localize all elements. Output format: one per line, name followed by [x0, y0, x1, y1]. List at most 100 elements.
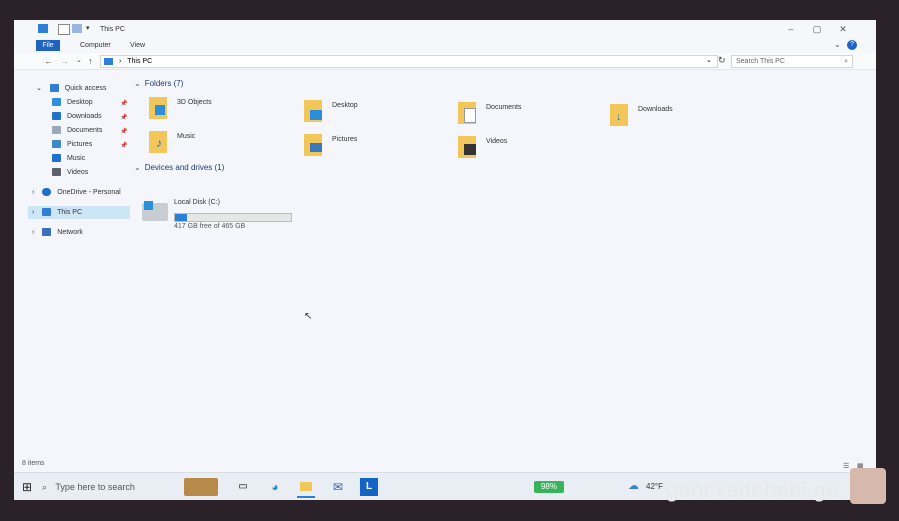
quick-access-dropdown-icon[interactable]: ▾ [86, 24, 90, 32]
folder-videos[interactable]: Videos [458, 136, 598, 164]
breadcrumb-chevron-icon[interactable]: › [119, 58, 121, 65]
windows-drive-icon [142, 201, 168, 221]
sidebar-item-label: OneDrive - Personal [57, 189, 121, 196]
ribbon: File Computer View ⌄ ? [14, 38, 876, 52]
desktop-icon [52, 98, 61, 107]
folder-downloads[interactable]: ↓ Downloads [610, 104, 750, 132]
new-folder-icon[interactable] [72, 24, 82, 33]
forward-arrow-icon[interactable]: → [60, 56, 69, 66]
folder-videos-icon [458, 136, 476, 158]
star-icon [49, 84, 59, 93]
address-dropdown-icon[interactable]: ⌄ [706, 56, 712, 64]
sidebar-item-label: Videos [66, 169, 89, 176]
minimize-button[interactable]: – [784, 23, 798, 35]
pin-icon[interactable]: 📌 [120, 142, 127, 149]
network-icon [42, 228, 52, 237]
folder-documents-icon [458, 102, 476, 124]
videos-icon [52, 168, 61, 177]
sidebar-quick-access[interactable]: ⌄ Quick access [36, 82, 106, 95]
folder-music-icon: ♪ [149, 131, 167, 153]
weather-cloud-icon[interactable]: ☁ [628, 479, 639, 492]
close-button[interactable]: ✕ [836, 23, 850, 35]
folder-documents[interactable]: Documents [458, 102, 598, 130]
search-highlight-icon[interactable] [184, 478, 218, 496]
app-l-icon[interactable]: L [360, 478, 378, 496]
tab-view[interactable]: View [126, 40, 149, 51]
maximize-button[interactable]: ▢ [810, 23, 824, 35]
expand-chevron-icon[interactable]: › [32, 209, 34, 216]
file-explorer-icon[interactable] [297, 478, 315, 498]
back-arrow-icon[interactable]: ← [44, 56, 53, 66]
search-placeholder: Search This PC [736, 58, 785, 65]
search-input[interactable]: Search This PC ⌕ [731, 55, 853, 68]
document-page-icon [464, 108, 476, 123]
windows-start-icon[interactable]: ⊞ [18, 478, 36, 496]
folder-downloads-icon: ↓ [610, 104, 628, 126]
folder-desktop[interactable]: Desktop [304, 100, 444, 128]
sidebar-item-pictures[interactable]: Pictures [52, 138, 92, 151]
tab-computer[interactable]: Computer [76, 40, 115, 51]
drive-usage-fill [175, 214, 187, 221]
recent-locations-icon[interactable]: ⌄ [76, 56, 82, 64]
expand-chevron-icon[interactable]: › [32, 229, 34, 236]
address-field[interactable]: › This PC [100, 55, 718, 68]
tab-file[interactable]: File [36, 40, 60, 51]
details-view-icon[interactable]: ☰ [843, 462, 849, 470]
drive-local-disk-c[interactable]: Local Disk (C:) 417 GB free of 465 GB [142, 199, 312, 235]
search-icon: ⌕ [42, 482, 48, 492]
sidebar-item-documents[interactable]: Documents [52, 124, 102, 137]
pin-icon[interactable]: 📌 [120, 114, 127, 121]
sidebar-item-videos[interactable]: Videos [52, 166, 88, 179]
mail-icon[interactable]: ✉ [329, 478, 347, 496]
task-view-icon[interactable]: ▭ [234, 478, 252, 496]
sidebar-item-onedrive[interactable]: › OneDrive - Personal [32, 186, 121, 199]
devices-header[interactable]: ⌄ Devices and drives (1) [134, 163, 224, 172]
sidebar-item-label: This PC [57, 209, 83, 216]
folder-desktop-icon [304, 100, 322, 122]
properties-icon[interactable] [58, 24, 70, 35]
expand-ribbon-icon[interactable]: ⌄ [834, 40, 841, 49]
status-item-count: 8 items [22, 460, 45, 467]
music-note-icon: ♪ [156, 136, 162, 150]
pin-icon[interactable]: 📌 [120, 128, 127, 135]
watermark: gancxadebebi.ge [666, 478, 839, 502]
sidebar-item-desktop[interactable]: Desktop [52, 96, 93, 109]
windows-logo-icon [144, 201, 153, 210]
sidebar-item-downloads[interactable]: Downloads [52, 110, 102, 123]
folder-label: 3D Objects [177, 99, 212, 106]
sidebar-item-music[interactable]: Music [52, 152, 85, 165]
sidebar-item-network[interactable]: › Network [32, 226, 83, 239]
collapse-chevron-icon[interactable]: ⌄ [134, 79, 141, 88]
folder-music[interactable]: ♪ Music [149, 131, 289, 159]
music-note-icon [52, 154, 61, 163]
sidebar-item-label: Music [66, 155, 86, 162]
computer-icon [42, 208, 52, 217]
folder-pictures-icon [304, 134, 322, 156]
help-icon[interactable]: ? [847, 40, 857, 50]
expand-chevron-icon[interactable]: › [32, 189, 34, 196]
cube-icon [155, 105, 165, 115]
sidebar-item-label: Network [57, 229, 83, 236]
desktop-screen-icon [310, 110, 322, 120]
screen: ▾ This PC – ▢ ✕ File Computer View ⌄ ? ←… [14, 20, 876, 500]
up-arrow-icon[interactable]: ↑ [88, 56, 93, 66]
folder-label: Pictures [332, 136, 358, 143]
sidebar-item-this-pc[interactable]: › This PC [28, 206, 130, 219]
sidebar-item-label: Quick access [64, 85, 107, 92]
sidebar-item-label: Documents [66, 127, 103, 134]
folder-3d-objects[interactable]: 3D Objects [149, 97, 289, 125]
collapse-chevron-icon[interactable]: ⌄ [134, 163, 141, 172]
taskbar-search-input[interactable]: ⌕ Type here to search [42, 477, 184, 497]
edge-browser-icon[interactable]: ◕ [266, 478, 284, 496]
window-title: This PC [100, 26, 125, 33]
expand-chevron-icon[interactable]: ⌄ [36, 85, 42, 92]
battery-indicator[interactable]: 98% [534, 481, 564, 493]
pin-icon[interactable]: 📌 [120, 100, 127, 107]
refresh-icon[interactable]: ↻ [718, 55, 726, 66]
weather-temperature[interactable]: 42°F [646, 482, 663, 491]
folders-header[interactable]: ⌄ Folders (7) [134, 79, 183, 88]
this-pc-icon [38, 24, 48, 33]
folder-pictures[interactable]: Pictures [304, 134, 444, 162]
cloud-icon [42, 188, 52, 197]
breadcrumb[interactable]: This PC [127, 58, 152, 65]
